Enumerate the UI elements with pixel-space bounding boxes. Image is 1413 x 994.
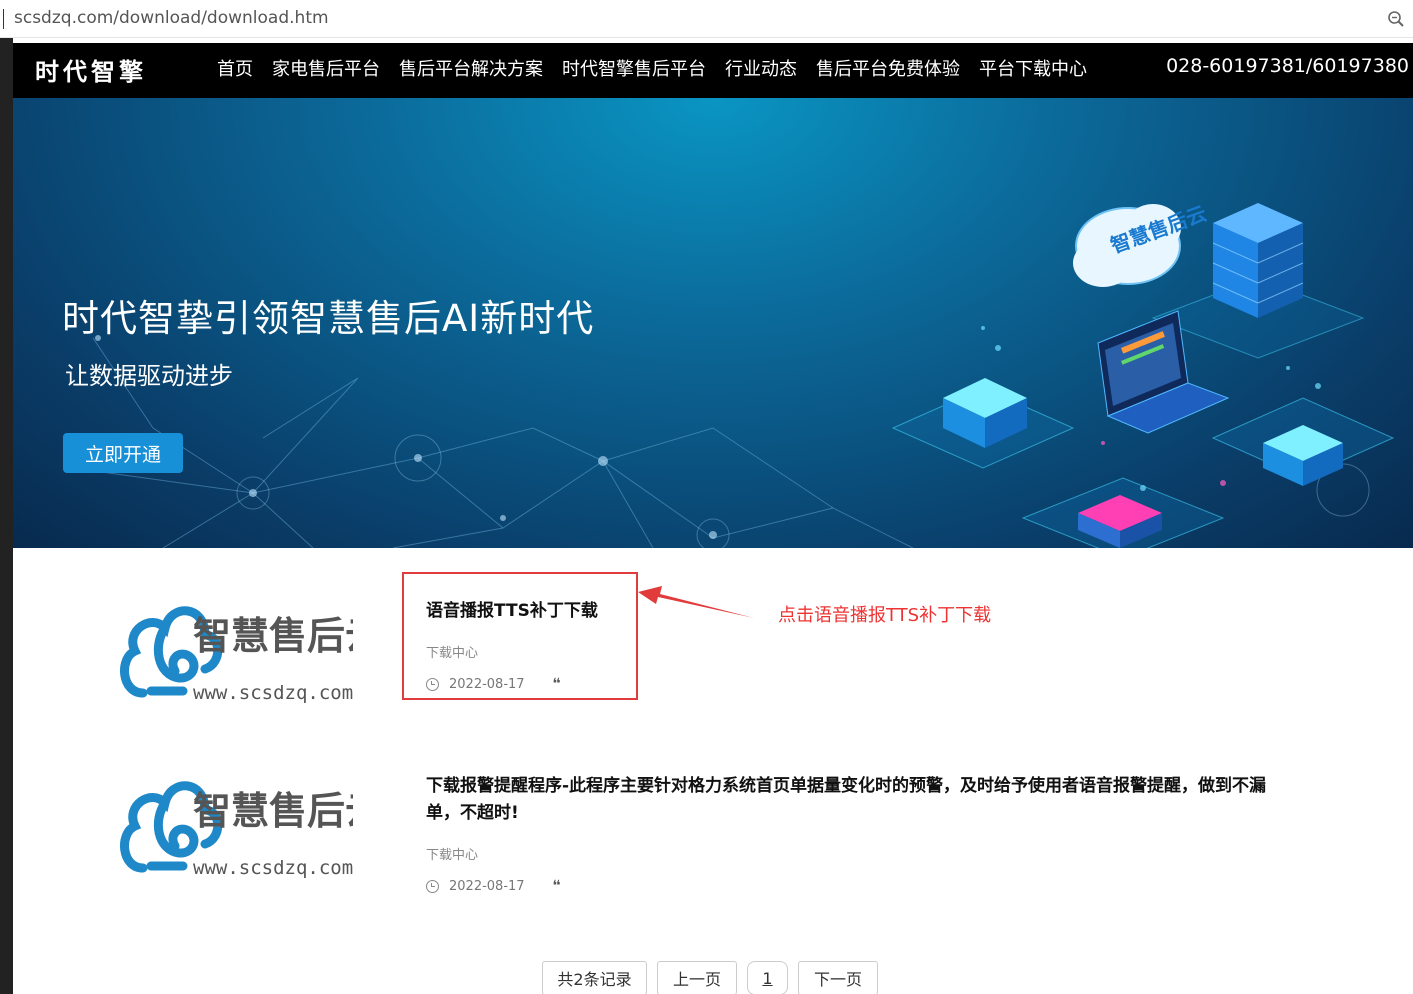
phone-number: 028-60197381/60197380	[1166, 55, 1409, 77]
prev-page-button[interactable]: 上一页	[657, 961, 737, 994]
logo-image[interactable]: 智慧售后云 www.scsdzq.com	[113, 758, 353, 888]
page-1-button[interactable]: 1	[747, 961, 788, 994]
item-date: 2022-08-17	[449, 878, 525, 894]
comment-icon: ❛❛	[552, 878, 561, 894]
top-nav: 时代智擎 首页 家电售后平台 售后平台解决方案 时代智擎售后平台 行业动态 售后…	[13, 43, 1413, 98]
logo-cn-text: 智慧售后云	[193, 614, 353, 658]
nav-item-news[interactable]: 行业动态	[725, 55, 797, 81]
item-category[interactable]: 下载中心	[426, 844, 478, 863]
next-page-button[interactable]: 下一页	[798, 961, 878, 994]
annotation-highlight-box	[402, 572, 638, 700]
banner-title: 时代智挚引领智慧售后AI新时代	[62, 297, 595, 340]
left-edge-strip	[0, 38, 13, 994]
nav-menu: 首页 家电售后平台 售后平台解决方案 时代智擎售后平台 行业动态 售后平台免费体…	[217, 55, 1106, 81]
annotation-arrow-icon	[638, 586, 754, 618]
nav-item-zhiqing-platform[interactable]: 时代智擎售后平台	[562, 55, 706, 81]
nav-item-free-trial[interactable]: 售后平台免费体验	[816, 55, 960, 81]
nav-item-appliance-platform[interactable]: 家电售后平台	[272, 55, 380, 81]
logo-url-text: www.scsdzq.com	[193, 857, 353, 879]
logo-image[interactable]: 智慧售后云 www.scsdzq.com	[113, 583, 353, 713]
annotation-text: 点击语音播报TTS补丁下载	[778, 605, 992, 626]
open-now-button[interactable]: 立即开通	[63, 433, 183, 473]
logo-cn-text: 智慧售后云	[193, 789, 353, 833]
list-item: 智慧售后云 www.scsdzq.com 下载报警提醒程序-此程序主要针对格力系…	[13, 748, 1413, 948]
text-caret	[3, 9, 4, 29]
url-text[interactable]: scsdzq.com/download/download.htm	[14, 8, 329, 28]
nav-item-home[interactable]: 首页	[217, 55, 253, 81]
clock-icon	[426, 879, 439, 893]
pagination-total: 共2条记录	[542, 961, 647, 994]
address-bar[interactable]: scsdzq.com/download/download.htm	[0, 0, 1413, 38]
nav-item-download-center[interactable]: 平台下载中心	[979, 55, 1087, 81]
list-item: 智慧售后云 www.scsdzq.com 语音播报TTS补丁下载 下载中心 20…	[13, 548, 1413, 748]
item-meta: 2022-08-17 ❛❛	[426, 878, 561, 894]
logo-url-text: www.scsdzq.com	[193, 682, 353, 704]
hero-banner: 智慧售后云 时代智挚引领智慧售后AI新时代 让数据驱动进步 立即开通	[13, 98, 1413, 548]
brand-logo[interactable]: 时代智擎	[35, 52, 147, 87]
banner-subtitle: 让数据驱动进步	[65, 362, 233, 390]
zoom-icon[interactable]	[1387, 10, 1405, 28]
nav-item-solutions[interactable]: 售后平台解决方案	[399, 55, 543, 81]
item-title-link[interactable]: 下载报警提醒程序-此程序主要针对格力系统首页单据量变化时的预警，及时给予使用者语…	[426, 773, 1276, 827]
